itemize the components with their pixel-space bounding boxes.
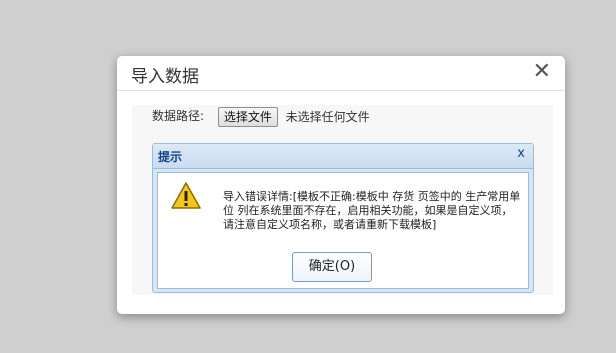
error-alert-box: 提示 x 导入错误详情:[模板不正确:模板中 存货 页签中的 生产常用单位 列在… (152, 143, 534, 293)
ok-button[interactable]: 确定(O) (292, 252, 372, 282)
alert-header: 提示 x (153, 144, 533, 169)
dialog-header: 导入数据 ✕ (117, 56, 565, 91)
alert-content: 导入错误详情:[模板不正确:模板中 存货 页签中的 生产常用单位 列在系统里面不… (157, 172, 529, 289)
file-status-text: 未选择任何文件 (285, 109, 370, 124)
close-icon[interactable]: ✕ (533, 59, 551, 85)
choose-file-button[interactable]: 选择文件 (217, 106, 278, 127)
warning-icon (171, 182, 201, 209)
import-data-dialog: 导入数据 ✕ 数据路径: 选择文件 未选择任何文件 提示 x 导入错误详情:[模… (117, 56, 565, 314)
alert-close-icon[interactable]: x (517, 146, 525, 161)
alert-title: 提示 (158, 150, 183, 164)
file-path-label: 数据路径: (152, 109, 205, 123)
dialog-title: 导入数据 (131, 67, 199, 87)
error-message: 导入错误详情:[模板不正确:模板中 存货 页签中的 生产常用单位 列在系统里面不… (223, 190, 521, 231)
file-path-row: 数据路径: 选择文件 未选择任何文件 (152, 105, 370, 127)
